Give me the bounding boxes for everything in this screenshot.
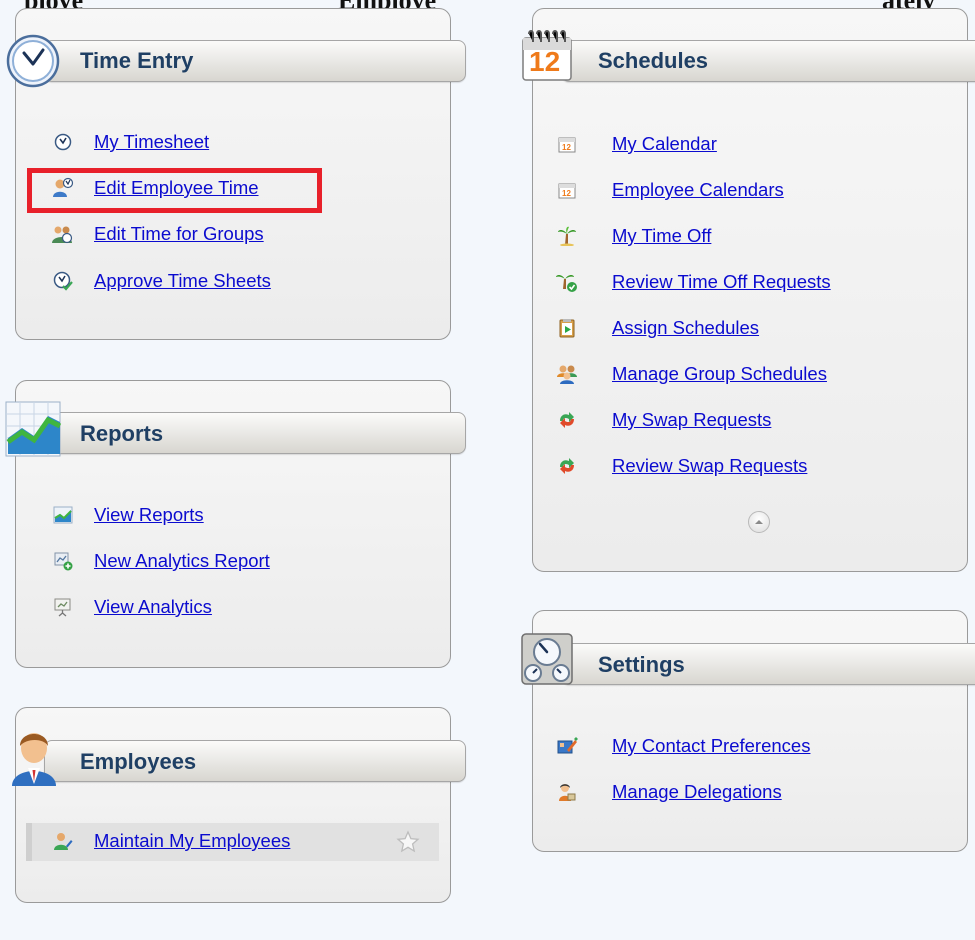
edit-time-for-groups-link[interactable]: Edit Time for Groups bbox=[94, 223, 264, 245]
menu-item-maintain-my-employees[interactable]: Maintain My Employees bbox=[52, 826, 290, 856]
menu-item-my-calendar[interactable]: 12 My Calendar bbox=[556, 129, 717, 159]
clock-icon bbox=[52, 131, 74, 153]
assign-schedules-link[interactable]: Assign Schedules bbox=[612, 317, 759, 339]
approve-time-sheets-link[interactable]: Approve Time Sheets bbox=[94, 270, 271, 292]
calendar-icon: 12 bbox=[556, 179, 578, 201]
my-swap-requests-link[interactable]: My Swap Requests bbox=[612, 409, 771, 431]
svg-text:12: 12 bbox=[562, 189, 571, 198]
menu-item-new-analytics-report[interactable]: New Analytics Report bbox=[52, 546, 270, 576]
chart-icon bbox=[4, 398, 64, 460]
employees-panel bbox=[15, 707, 451, 903]
settings-title: Settings bbox=[598, 652, 685, 677]
menu-item-my-timesheet[interactable]: My Timesheet bbox=[52, 127, 209, 157]
highlight-box bbox=[27, 168, 322, 213]
employee-calendars-link[interactable]: Employee Calendars bbox=[612, 179, 784, 201]
menu-item-review-swap-requests[interactable]: Review Swap Requests bbox=[556, 451, 807, 481]
review-swap-requests-link[interactable]: Review Swap Requests bbox=[612, 455, 807, 477]
review-time-off-requests-link[interactable]: Review Time Off Requests bbox=[612, 271, 831, 293]
calendar-icon: 12 bbox=[520, 30, 576, 82]
time-entry-title: Time Entry bbox=[80, 48, 194, 73]
calendar-day-number: 12 bbox=[529, 46, 561, 77]
add-report-icon bbox=[52, 550, 74, 572]
schedules-title: Schedules bbox=[598, 48, 709, 73]
my-time-off-link[interactable]: My Time Off bbox=[612, 225, 711, 247]
reports-title: Reports bbox=[80, 421, 164, 446]
user-edit-icon bbox=[52, 830, 74, 852]
calendar-icon: 12 bbox=[556, 133, 578, 155]
presentation-icon bbox=[52, 596, 74, 618]
employees-title: Employees bbox=[80, 749, 197, 774]
star-icon[interactable] bbox=[396, 830, 420, 854]
clock-icon bbox=[6, 34, 60, 88]
clock-check-icon bbox=[52, 270, 74, 292]
manage-group-schedules-link[interactable]: Manage Group Schedules bbox=[612, 363, 827, 385]
new-analytics-report-link[interactable]: New Analytics Report bbox=[94, 550, 270, 572]
group-icon bbox=[556, 363, 578, 385]
menu-item-manage-group-schedules[interactable]: Manage Group Schedules bbox=[556, 359, 827, 389]
menu-item-my-contact-preferences[interactable]: My Contact Preferences bbox=[556, 731, 810, 761]
my-timesheet-link[interactable]: My Timesheet bbox=[94, 131, 209, 153]
contact-edit-icon bbox=[556, 735, 578, 757]
view-reports-link[interactable]: View Reports bbox=[94, 504, 204, 526]
palm-tree-icon bbox=[556, 225, 578, 247]
menu-item-view-analytics[interactable]: View Analytics bbox=[52, 592, 212, 622]
svg-text:12: 12 bbox=[562, 143, 571, 152]
my-contact-preferences-link[interactable]: My Contact Preferences bbox=[612, 735, 810, 757]
menu-item-manage-delegations[interactable]: Manage Delegations bbox=[556, 777, 782, 807]
chart-icon bbox=[52, 504, 74, 526]
gauges-icon bbox=[520, 632, 574, 686]
menu-item-assign-schedules[interactable]: Assign Schedules bbox=[556, 313, 759, 343]
manage-delegations-link[interactable]: Manage Delegations bbox=[612, 781, 782, 803]
menu-item-edit-time-for-groups[interactable]: Edit Time for Groups bbox=[52, 219, 264, 249]
delegation-icon bbox=[556, 781, 578, 803]
swap-arrows-icon bbox=[556, 455, 578, 477]
maintain-my-employees-link[interactable]: Maintain My Employees bbox=[94, 830, 290, 852]
menu-item-review-time-off-requests[interactable]: Review Time Off Requests bbox=[556, 267, 831, 297]
group-clock-icon bbox=[52, 223, 74, 245]
employee-avatar-icon bbox=[6, 724, 62, 788]
menu-item-approve-time-sheets[interactable]: Approve Time Sheets bbox=[52, 266, 271, 296]
menu-item-view-reports[interactable]: View Reports bbox=[52, 500, 204, 530]
my-calendar-link[interactable]: My Calendar bbox=[612, 133, 717, 155]
clipboard-play-icon bbox=[556, 317, 578, 339]
collapse-button[interactable] bbox=[748, 511, 770, 533]
chevron-up-icon bbox=[754, 518, 764, 526]
view-analytics-link[interactable]: View Analytics bbox=[94, 596, 212, 618]
swap-arrows-icon bbox=[556, 409, 578, 431]
menu-item-my-swap-requests[interactable]: My Swap Requests bbox=[556, 405, 771, 435]
menu-item-my-time-off[interactable]: My Time Off bbox=[556, 221, 711, 251]
palm-tree-check-icon bbox=[556, 271, 578, 293]
menu-item-employee-calendars[interactable]: 12 Employee Calendars bbox=[556, 175, 784, 205]
